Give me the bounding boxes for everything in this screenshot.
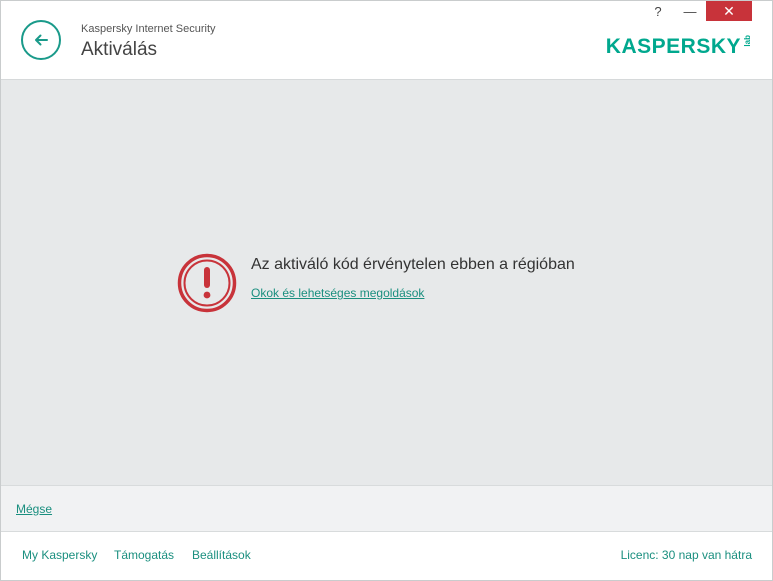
logo-text: KASPERSKY xyxy=(605,35,741,58)
footer: My Kaspersky Támogatás Beállítások Licen… xyxy=(1,532,772,580)
back-button[interactable] xyxy=(21,20,61,60)
error-message: Az aktiváló kód érvénytelen ebben a régi… xyxy=(251,256,575,273)
error-text: Az aktiváló kód érvénytelen ebben a régi… xyxy=(251,252,575,302)
logo-lab: lab xyxy=(743,35,752,47)
help-button[interactable]: ? xyxy=(642,1,674,21)
footer-link-my-kaspersky[interactable]: My Kaspersky xyxy=(22,548,97,562)
reasons-solutions-link[interactable]: Okok és lehetséges megoldások xyxy=(251,286,424,300)
header: Kaspersky Internet Security Aktiválás ? … xyxy=(1,1,772,80)
error-block: Az aktiváló kód érvénytelen ebben a régi… xyxy=(176,252,575,314)
window-controls: ? — ✕ xyxy=(642,1,752,21)
app-window: Kaspersky Internet Security Aktiválás ? … xyxy=(0,0,773,581)
footer-link-support[interactable]: Támogatás xyxy=(114,548,174,562)
minimize-button[interactable]: — xyxy=(674,1,706,21)
footer-link-settings[interactable]: Beállítások xyxy=(192,548,251,562)
license-status[interactable]: Licenc: 30 nap van hátra xyxy=(621,548,752,562)
kaspersky-logo: KASPERSKY lab xyxy=(606,35,752,59)
main-content: Az aktiváló kód érvénytelen ebben a régi… xyxy=(1,80,772,485)
cancel-bar: Mégse xyxy=(1,485,772,532)
exclamation-circle-icon xyxy=(177,253,237,313)
app-name: Kaspersky Internet Security xyxy=(81,23,216,35)
page-title: Aktiválás xyxy=(81,39,158,60)
back-arrow-icon xyxy=(35,34,48,46)
cancel-button[interactable]: Mégse xyxy=(16,502,52,516)
close-button[interactable]: ✕ xyxy=(706,1,752,21)
